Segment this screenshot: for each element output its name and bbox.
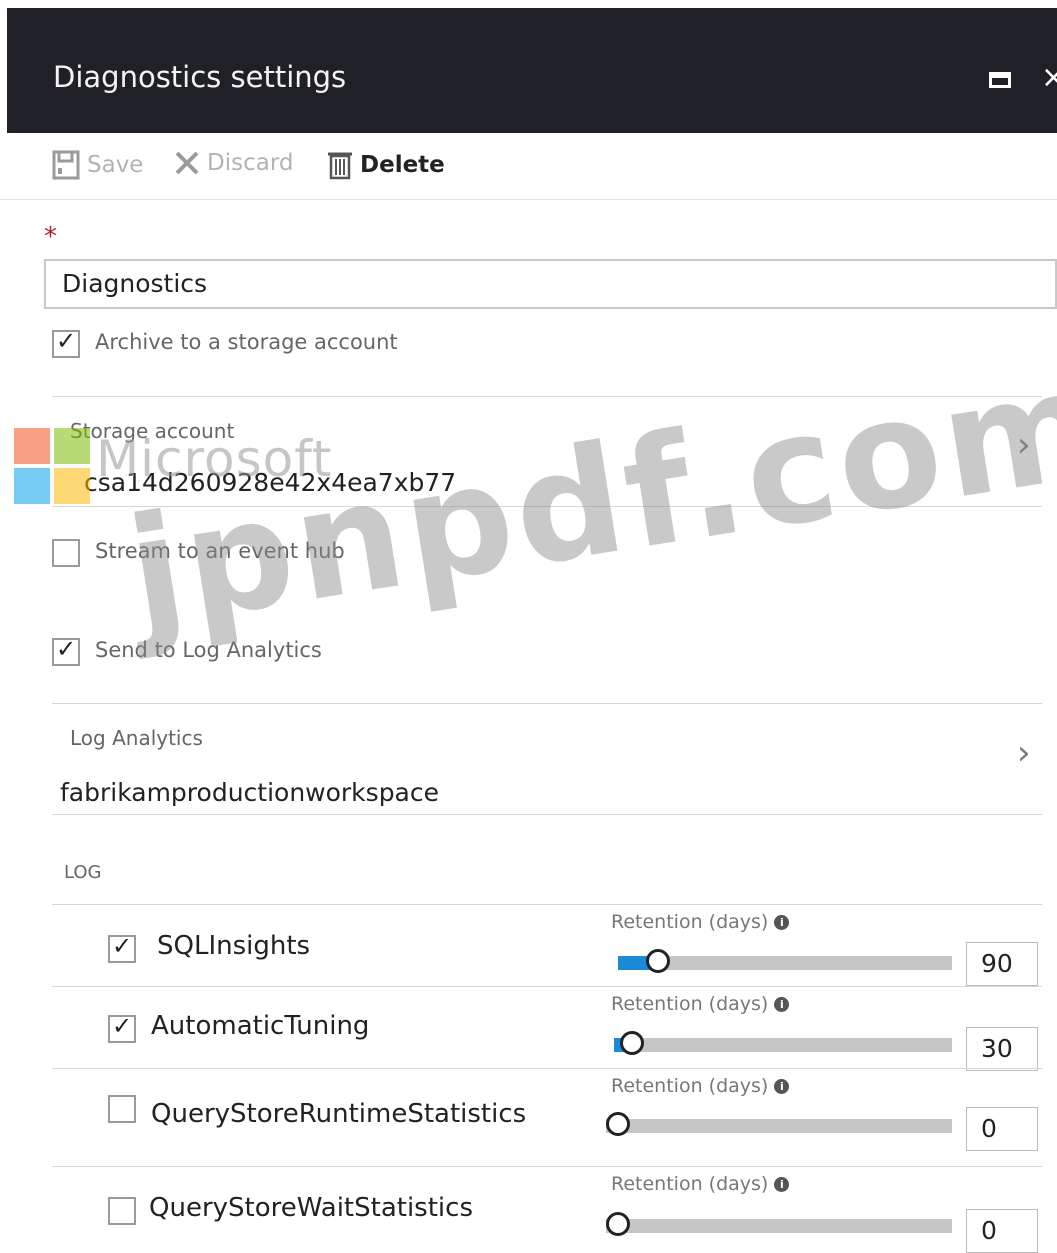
save-label: Save [87,152,144,178]
discard-button[interactable]: Discard [174,150,293,176]
retention-input[interactable]: 0 [966,1209,1038,1253]
retention-input[interactable]: 90 [966,942,1038,986]
divider [52,703,1042,704]
info-icon[interactable]: i [774,997,790,1012]
event-hub-checkbox[interactable] [52,539,80,567]
delete-icon [328,152,352,180]
save-button[interactable]: Save [52,150,143,180]
sqlinsights-checkbox[interactable]: ✓ [108,932,136,963]
delete-label: Delete [360,152,445,178]
info-icon[interactable]: i [774,1177,790,1192]
watermark-site: jpnpdf.com [118,336,1057,662]
info-icon[interactable]: i [774,1079,790,1094]
checkmark-icon: ✓ [112,1012,133,1040]
log-row-querystoreruntimestatistics: QueryStoreRuntimeStatistics Retention (d… [52,1068,1042,1167]
blade-title: Diagnostics settings [53,60,347,94]
save-icon [52,150,80,180]
retention-slider[interactable] [606,1212,952,1236]
delete-button[interactable]: Delete [327,150,445,180]
querystoreruntimestatistics-label: QueryStoreRuntimeStatistics [151,1099,527,1129]
log-row-sqlinsights: ✓ SQLInsights Retention (days) i 90 [52,904,1042,987]
checkmark-icon: ✓ [56,635,77,663]
blade-header: Diagnostics settings × [7,8,1057,133]
retention-label: Retention (days) i [611,1173,790,1195]
retention-slider[interactable] [618,949,952,973]
retention-label-text: Retention (days) [611,1075,769,1097]
querystorewaitstatistics-label: QueryStoreWaitStatistics [149,1193,473,1223]
slider-thumb[interactable] [606,1112,630,1136]
archive-checkbox[interactable]: ✓ [52,327,80,358]
querystoreruntimestatistics-checkbox[interactable] [108,1095,136,1123]
slider-thumb[interactable] [606,1212,630,1236]
command-bar: Save Discard Delete [0,133,1057,200]
retention-label: Retention (days) i [611,993,790,1015]
info-icon[interactable]: i [774,915,790,930]
discard-label: Discard [207,150,294,176]
log-row-querystorewaitstatistics: QueryStoreWaitStatistics Retention (days… [52,1166,1042,1253]
querystorewaitstatistics-checkbox[interactable] [108,1197,136,1225]
slider-thumb[interactable] [646,949,670,973]
retention-label-text: Retention (days) [611,911,769,933]
retention-slider[interactable] [614,1031,952,1055]
archive-label: Archive to a storage account [95,330,398,354]
divider [52,814,1042,815]
required-marker: * [44,222,57,252]
log-analytics-value: fabrikamproductionworkspace [60,778,440,807]
retention-label: Retention (days) i [611,1075,790,1097]
checkmark-icon: ✓ [56,327,77,355]
automatictuning-label: AutomaticTuning [151,1011,370,1041]
log-section-header: LOG [64,862,102,883]
retention-label-text: Retention (days) [611,993,769,1015]
retention-label-text: Retention (days) [611,1173,769,1195]
retention-label: Retention (days) i [611,911,790,933]
log-analytics-label: Log Analytics [70,726,203,750]
automatictuning-checkbox[interactable]: ✓ [108,1012,136,1043]
close-icon[interactable]: × [1041,63,1057,93]
slider-thumb[interactable] [620,1031,644,1055]
discard-icon [175,151,199,175]
chevron-right-icon[interactable]: › [1017,736,1031,770]
log-analytics-checkbox[interactable]: ✓ [52,635,80,666]
retention-input[interactable]: 30 [966,1027,1038,1071]
retention-slider[interactable] [606,1112,952,1136]
sqlinsights-label: SQLInsights [157,931,311,961]
log-row-automatictuning: ✓ AutomaticTuning Retention (days) i 30 [52,986,1042,1071]
retention-input[interactable]: 0 [966,1107,1038,1151]
name-input[interactable]: Diagnostics [44,259,1057,309]
maximize-icon[interactable] [989,72,1011,88]
checkmark-icon: ✓ [112,932,133,960]
microsoft-logo-icon [14,428,90,504]
